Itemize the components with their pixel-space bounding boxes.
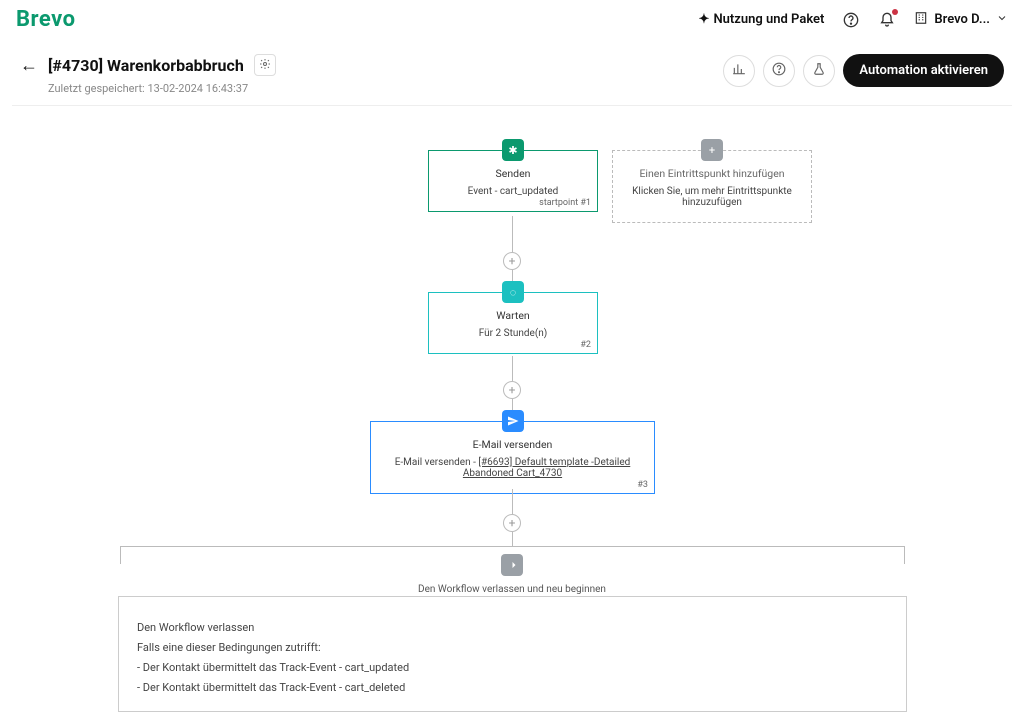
add-step-button[interactable]: + <box>503 514 521 532</box>
exit-condition: - Der Kontakt übermittelt das Track-Even… <box>137 661 888 674</box>
step-number: #3 <box>637 480 648 490</box>
exit-icon <box>501 554 523 576</box>
send-icon <box>502 410 524 432</box>
help-icon[interactable] <box>842 11 860 29</box>
step-number: #2 <box>580 340 591 350</box>
node-title: Senden <box>439 167 587 180</box>
question-icon <box>772 62 786 80</box>
activate-automation-button[interactable]: Automation aktivieren <box>843 54 1004 87</box>
gear-icon <box>259 58 271 73</box>
clock-icon: ◌ <box>502 281 524 303</box>
last-saved-text: Zuletzt gespeichert: 13-02-2024 16:43:37 <box>48 82 276 95</box>
back-button[interactable]: ← <box>20 55 38 76</box>
page-title: [#4730] Warenkorbabbruch <box>48 56 244 75</box>
step-number: startpoint #1 <box>539 198 591 208</box>
building-icon <box>914 11 928 29</box>
org-switcher[interactable]: Brevo D... <box>914 11 1008 29</box>
entry-point-node[interactable]: ✱ Senden Event - cart_updated startpoint… <box>428 150 598 212</box>
exit-restart-label: Den Workflow verlassen und neu beginnen <box>0 584 1024 595</box>
node-title: E-Mail versenden <box>381 438 644 451</box>
chevron-down-icon <box>996 12 1008 28</box>
exit-condition: - Der Kontakt übermittelt das Track-Even… <box>137 681 888 694</box>
test-button[interactable] <box>803 55 835 87</box>
add-entry-point-node[interactable]: + Einen Eintrittspunkt hinzufügen Klicke… <box>612 150 812 223</box>
exit-condition-intro: Falls eine dieser Bedingungen zutrifft: <box>137 641 888 654</box>
connector-line <box>512 356 513 381</box>
add-step-button[interactable]: + <box>503 381 521 399</box>
connector-line <box>512 532 513 546</box>
add-step-button[interactable]: + <box>503 252 521 270</box>
wait-node[interactable]: ◌ Warten Für 2 Stunde(n) #2 <box>428 292 598 354</box>
notifications-icon[interactable] <box>878 11 896 29</box>
flask-icon <box>812 62 826 80</box>
node-title: Einen Eintrittspunkt hinzufügen <box>623 167 801 180</box>
stats-icon <box>732 62 746 80</box>
help-button[interactable] <box>763 55 795 87</box>
exit-title: Den Workflow verlassen <box>137 621 888 634</box>
exit-workflow-node[interactable]: Den Workflow verlassen Falls eine dieser… <box>118 596 907 712</box>
plus-icon: + <box>701 139 723 161</box>
notification-dot <box>892 9 898 15</box>
sparkle-icon: ✦ <box>699 12 710 27</box>
email-template-link[interactable]: [#6693] Default template -Detailed Aband… <box>463 457 630 479</box>
stats-button[interactable] <box>723 55 755 87</box>
star-icon: ✱ <box>502 139 524 161</box>
send-email-node[interactable]: E-Mail versenden E-Mail versenden - [#66… <box>370 421 655 494</box>
node-subtitle: Event - cart_updated <box>439 186 587 197</box>
usage-and-plan-link[interactable]: ✦ Nutzung und Paket <box>699 12 825 27</box>
node-title: Warten <box>439 309 587 322</box>
connector-line <box>512 489 513 514</box>
node-subtitle: E-Mail versenden - [#6693] Default templ… <box>381 457 644 479</box>
brand-logo[interactable]: Brevo <box>16 7 76 32</box>
settings-button[interactable] <box>254 54 276 76</box>
node-subtitle: Klicken Sie, um mehr Eintrittspunkte hin… <box>623 186 801 208</box>
connector-line <box>512 216 513 252</box>
node-subtitle: Für 2 Stunde(n) <box>439 328 587 339</box>
